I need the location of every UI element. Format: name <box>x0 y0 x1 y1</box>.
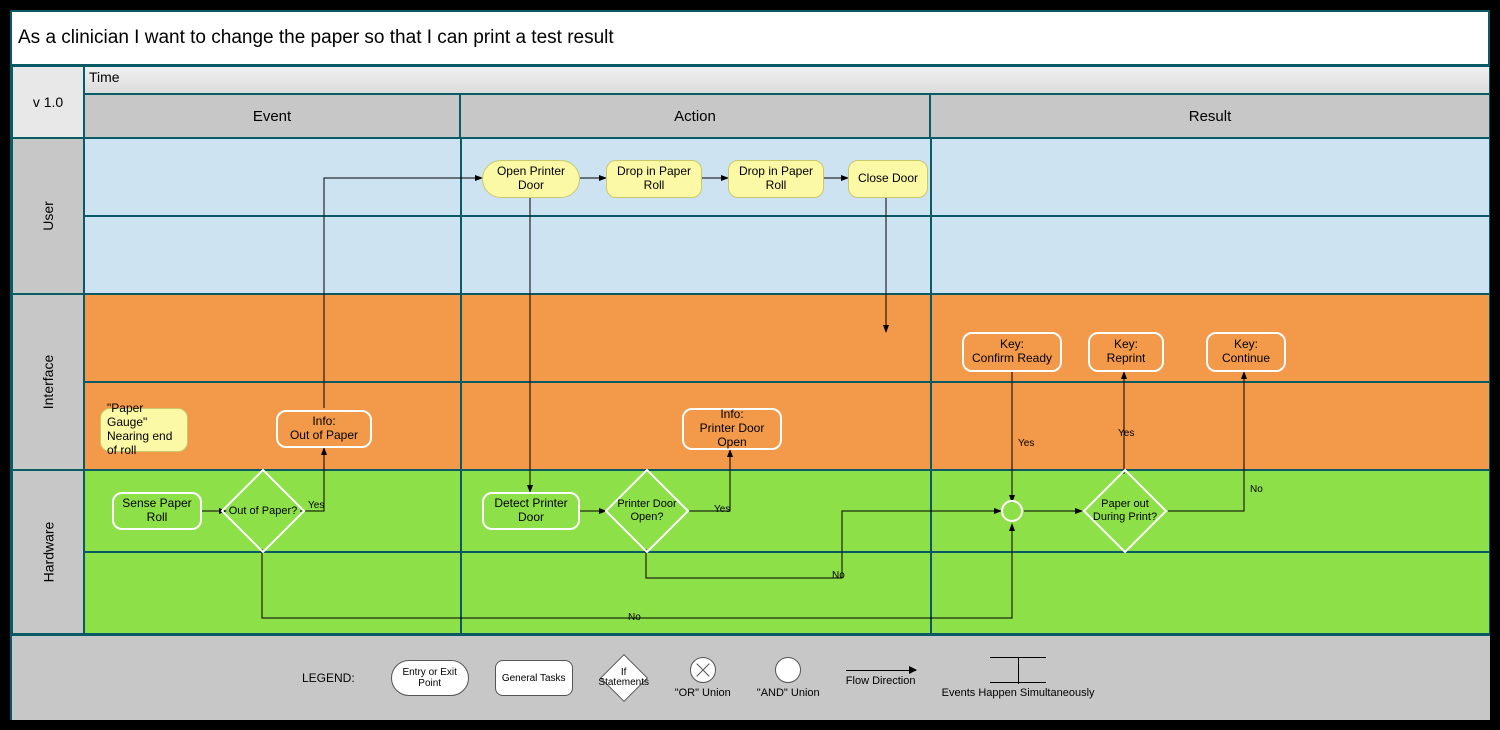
node-key-reprint: Key: Reprint <box>1088 332 1164 372</box>
node-info-out-of-paper: Info: Out of Paper <box>276 410 372 448</box>
diagram-frame: As a clinician I want to change the pape… <box>10 10 1490 720</box>
legend-flow: Flow Direction <box>846 670 916 687</box>
edge-no-2: No <box>830 570 847 581</box>
legend-task: General Tasks <box>495 660 573 696</box>
node-open-printer-door: Open Printer Door <box>482 160 580 198</box>
node-info-door-open: Info: Printer Door Open <box>682 408 782 450</box>
node-printer-door-open-q: Printer Door Open? <box>602 472 692 550</box>
lane-user-row2 <box>84 216 1490 294</box>
legend-sim: Events Happen Simultaneously <box>942 657 1095 699</box>
lane-label-interface: Interface <box>12 294 84 470</box>
node-close-door: Close Door <box>848 160 928 198</box>
legend: LEGEND: Entry or Exit Point General Task… <box>12 634 1490 720</box>
edge-yes-1: Yes <box>306 500 326 511</box>
lane-hardware-row2 <box>84 552 1490 634</box>
edge-yes-4: Yes <box>1116 428 1136 439</box>
node-drop-paper-1: Drop in Paper Roll <box>606 160 702 198</box>
node-key-confirm: Key: Confirm Ready <box>962 332 1062 372</box>
legend-and: "AND" Union <box>757 657 820 699</box>
node-key-continue: Key: Continue <box>1206 332 1286 372</box>
lane-label-hardware: Hardware <box>12 470 84 634</box>
legend-or: "OR" Union <box>675 657 731 699</box>
node-drop-paper-2: Drop in Paper Roll <box>728 160 824 198</box>
node-detect-printer-door: Detect Printer Door <box>482 492 580 530</box>
version-cell: v 1.0 <box>12 66 84 138</box>
edge-yes-3: Yes <box>1016 438 1036 449</box>
lane-label-user: User <box>12 138 84 294</box>
node-and-union <box>1001 500 1023 522</box>
node-paper-gauge: "Paper Gauge" Nearing end of roll <box>100 408 188 452</box>
edge-no-1: No <box>626 612 643 623</box>
legend-if: If Statements <box>599 653 649 703</box>
column-header-event: Event <box>84 94 460 138</box>
grid-line-1 <box>460 138 462 634</box>
node-paper-out-during-q: Paper out During Print? <box>1078 472 1172 550</box>
grid-line-2 <box>930 138 932 634</box>
page-title: As a clinician I want to change the pape… <box>12 12 1488 66</box>
legend-title: LEGEND: <box>302 671 355 685</box>
node-out-of-paper-q: Out of Paper? <box>220 472 306 550</box>
legend-entry: Entry or Exit Point <box>391 660 469 696</box>
edge-no-3: No <box>1248 484 1265 495</box>
time-header: Time <box>84 66 1490 94</box>
column-header-action: Action <box>460 94 930 138</box>
node-sense-paper: Sense Paper Roll <box>112 492 202 530</box>
column-header-result: Result <box>930 94 1490 138</box>
edge-yes-2: Yes <box>712 504 732 515</box>
